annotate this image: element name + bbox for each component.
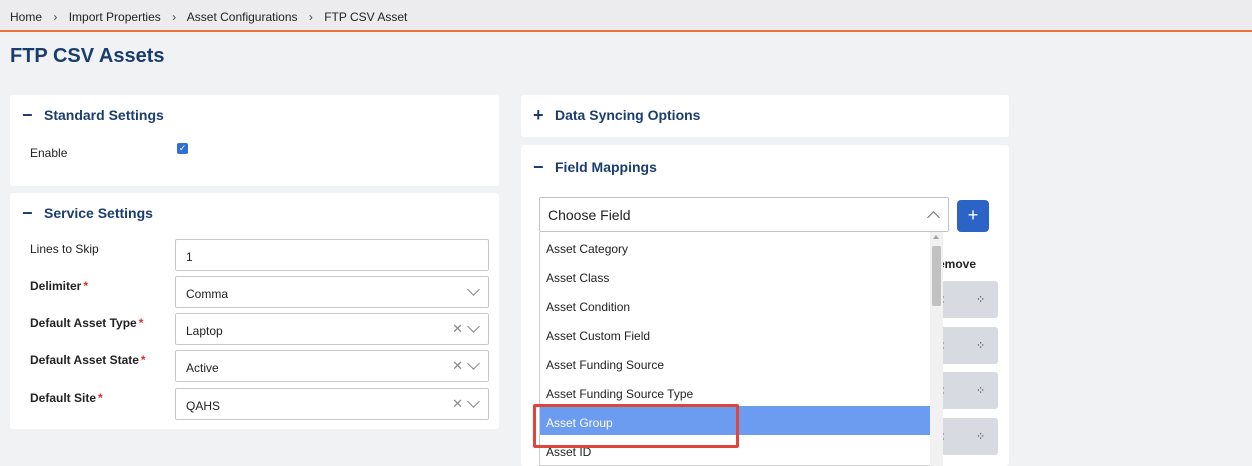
remove-column-header: emove — [938, 257, 977, 271]
selection-highlight-box — [533, 404, 739, 448]
dropdown-scrollbar[interactable] — [930, 232, 943, 466]
default-site-label-text: Default Site — [30, 391, 97, 405]
chevron-right-icon: › — [172, 10, 177, 24]
enable-label: Enable — [30, 146, 68, 160]
add-field-button[interactable]: + — [957, 200, 989, 232]
page-title: FTP CSV Assets — [10, 45, 165, 67]
data-syncing-panel: + Data Syncing Options — [521, 95, 1009, 137]
default-asset-type-value: Laptop — [186, 324, 223, 338]
field-option-asset-category[interactable]: Asset Category — [540, 232, 942, 261]
drag-handle-icon[interactable]: ⁘ — [976, 430, 985, 443]
default-asset-state-label-text: Default Asset State — [30, 353, 139, 367]
breadcrumb-import-properties[interactable]: Import Properties — [69, 10, 161, 24]
breadcrumb-home[interactable]: Home — [10, 10, 42, 24]
clear-icon[interactable]: ✕ — [452, 358, 463, 374]
chevron-down-icon[interactable] — [467, 357, 480, 370]
drag-handle-icon[interactable]: ⁘ — [976, 384, 985, 397]
mapping-row-controls: : ⁘ — [938, 281, 998, 318]
standard-settings-panel: − Standard Settings Enable ✓ — [10, 95, 499, 186]
default-asset-type-label: Default Asset Type * — [30, 316, 143, 330]
field-option-asset-class[interactable]: Asset Class — [540, 261, 942, 290]
field-mappings-header[interactable]: − Field Mappings — [533, 158, 657, 176]
field-option-asset-funding-source-type[interactable]: Asset Funding Source Type — [540, 377, 942, 406]
mapping-row-controls: : ⁘ — [938, 327, 998, 364]
breadcrumb-asset-configurations[interactable]: Asset Configurations — [187, 10, 298, 24]
choose-field-select[interactable]: Choose Field — [539, 197, 949, 232]
delimiter-select[interactable]: Comma — [175, 276, 489, 308]
service-settings-header[interactable]: − Service Settings — [22, 204, 153, 222]
default-site-select[interactable]: QAHS ✕ — [175, 388, 489, 420]
field-option-asset-custom-field[interactable]: Asset Custom Field — [540, 319, 942, 348]
standard-settings-header[interactable]: − Standard Settings — [22, 106, 164, 124]
enable-checkbox[interactable]: ✓ — [177, 143, 188, 154]
field-option-asset-condition[interactable]: Asset Condition — [540, 290, 942, 319]
drag-handle-icon[interactable]: ⁘ — [976, 339, 985, 352]
delimiter-label: Delimiter * — [30, 279, 88, 293]
collapse-icon[interactable]: − — [533, 158, 555, 176]
data-syncing-header[interactable]: + Data Syncing Options — [533, 106, 701, 124]
clear-icon[interactable]: ✕ — [452, 321, 463, 337]
required-mark: * — [98, 391, 103, 405]
data-syncing-title: Data Syncing Options — [555, 107, 701, 123]
chevron-up-icon[interactable] — [927, 210, 940, 224]
chevron-down-icon[interactable] — [467, 395, 480, 408]
required-mark: * — [140, 353, 146, 367]
breadcrumb: Home › Import Properties › Asset Configu… — [0, 0, 1252, 32]
choose-field-value: Choose Field — [548, 206, 631, 223]
field-mappings-title: Field Mappings — [555, 159, 657, 175]
standard-settings-title: Standard Settings — [44, 107, 164, 123]
required-mark: * — [83, 279, 89, 293]
scroll-up-icon[interactable] — [933, 235, 939, 239]
chevron-down-icon[interactable] — [467, 283, 480, 296]
scrollbar-thumb[interactable] — [932, 246, 941, 306]
expand-icon[interactable]: + — [533, 106, 555, 124]
default-asset-type-label-text: Default Asset Type — [30, 316, 137, 330]
chevron-right-icon: › — [308, 10, 313, 24]
chevron-right-icon: › — [53, 10, 58, 24]
chevron-down-icon[interactable] — [467, 320, 480, 333]
lines-to-skip-label: Lines to Skip — [30, 242, 99, 256]
default-site-value: QAHS — [186, 399, 221, 413]
delimiter-label-text: Delimiter — [30, 279, 82, 293]
default-asset-state-value: Active — [186, 361, 219, 375]
breadcrumb-ftp-csv-asset: FTP CSV Asset — [324, 10, 408, 24]
lines-to-skip-value: 1 — [186, 250, 193, 264]
service-settings-title: Service Settings — [44, 205, 153, 221]
field-option-asset-funding-source[interactable]: Asset Funding Source — [540, 348, 942, 377]
default-asset-type-select[interactable]: Laptop ✕ — [175, 313, 489, 345]
drag-handle-icon[interactable]: ⁘ — [976, 293, 985, 306]
default-asset-state-select[interactable]: Active ✕ — [175, 350, 489, 382]
collapse-icon[interactable]: − — [22, 204, 44, 222]
default-site-label: Default Site * — [30, 391, 103, 405]
lines-to-skip-input[interactable]: 1 — [175, 239, 489, 271]
mapping-row-controls: : ⁘ — [938, 372, 998, 409]
delimiter-value: Comma — [186, 287, 229, 301]
required-mark: * — [138, 316, 144, 330]
collapse-icon[interactable]: − — [22, 106, 44, 124]
default-asset-state-label: Default Asset State * — [30, 353, 146, 367]
clear-icon[interactable]: ✕ — [452, 396, 463, 412]
mapping-row-controls: : ⁘ — [938, 418, 998, 455]
